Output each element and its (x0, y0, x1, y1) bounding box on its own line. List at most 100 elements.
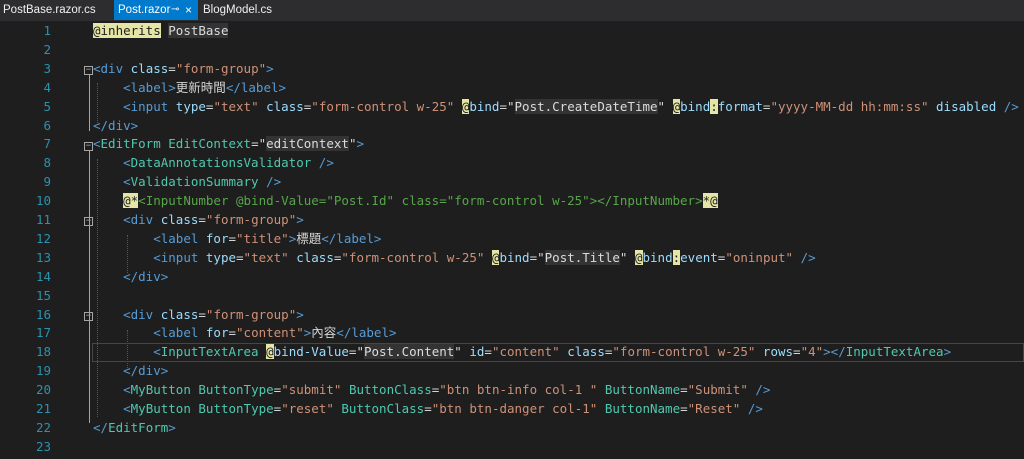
code-line[interactable]: 17 <label for="content">內容</label> (0, 324, 1024, 343)
code-token: > (168, 419, 176, 435)
code-token: class (296, 249, 334, 265)
code-token: = (793, 344, 801, 360)
line-number: 10 (35, 193, 51, 209)
code-line[interactable]: 16 <div class="form-group"> (0, 306, 1024, 325)
code-token: <input (123, 98, 169, 114)
close-icon[interactable]: × (185, 0, 192, 20)
code-token: /> (800, 249, 816, 265)
code-token: "form-group" (175, 60, 267, 76)
line-number: 23 (35, 438, 51, 454)
code-token: < (123, 382, 131, 398)
code-token: id (469, 344, 485, 360)
code-line[interactable]: 14 </div> (0, 268, 1024, 287)
code-token: bind (680, 98, 711, 114)
code-line[interactable]: 1 @inherits PostBase (0, 22, 1024, 41)
code-line[interactable]: 9 <ValidationSummary /> (0, 173, 1024, 192)
code-token: @inherits (93, 23, 161, 38)
code-line[interactable]: 12 <label for="title">標題</label> (0, 230, 1024, 249)
code-token: = (680, 401, 688, 416)
code-token: <label (153, 230, 199, 246)
code-line[interactable]: 3 <div class="form-group"> (0, 60, 1024, 79)
tab-blogmodel-cs[interactable]: BlogModel.cs (202, 0, 273, 20)
code-token: = (484, 344, 492, 360)
code-token: Post.Title (544, 249, 620, 265)
line-number: 12 (35, 230, 51, 246)
code-line[interactable]: 19 </div> (0, 362, 1024, 381)
tab-postbase-razor-cs[interactable]: PostBase.razor.cs (0, 0, 113, 20)
code-token: /> (318, 155, 334, 171)
code-text: </div> (93, 362, 168, 381)
code-line[interactable]: 6 </div> (0, 117, 1024, 136)
code-token: @ (266, 344, 274, 360)
code-token: </label> (225, 79, 287, 95)
code-token: "yyyy-MM-dd hh:mm:ss" (770, 98, 929, 114)
line-number: 5 (43, 98, 51, 114)
code-line[interactable]: 2 (0, 41, 1024, 60)
code-editor[interactable]: − − − − 1@inherits PostBase23<div class=… (0, 21, 1024, 459)
code-token: /> (1003, 98, 1019, 114)
code-token: 標題 (296, 230, 322, 246)
code-token: "Reset" (687, 401, 741, 416)
code-line[interactable]: 5 <input type="text" class="form-control… (0, 98, 1024, 117)
code-token: EditForm (108, 419, 169, 435)
code-token: =" (529, 249, 545, 265)
pin-icon[interactable]: ⊸ (171, 0, 179, 20)
code-line[interactable]: 20 <MyButton ButtonType = "submit" ButtonC… (0, 381, 1024, 400)
code-token: "form-control w-25" (311, 98, 455, 114)
code-line[interactable]: 13 <input type="text" class="form-contro… (0, 249, 1024, 268)
code-line[interactable]: 23 (0, 438, 1024, 457)
code-token: "btn btn-info col-1 " (439, 382, 598, 398)
code-line[interactable]: 21 <MyButton ButtonType = "reset" ButtonCl… (0, 400, 1024, 419)
code-line[interactable]: 8 <DataAnnotationsValidator /> (0, 154, 1024, 173)
code-token: for (205, 325, 229, 341)
code-line[interactable]: 22 </EditForm> (0, 419, 1024, 438)
code-token: = (228, 325, 237, 341)
code-token: </label> (336, 325, 397, 341)
code-token: class (160, 212, 199, 227)
tab-label: Post.razor (118, 4, 171, 16)
code-token: InputTextArea (845, 344, 944, 360)
code-token: bind (499, 249, 530, 265)
code-token: "Submit" (687, 382, 748, 398)
code-text: <InputTextArea @bind-Value="Post.Content… (93, 343, 951, 362)
code-text: <EditForm EditContext="editContext"> (93, 135, 364, 154)
code-token: ValidationSummary (130, 174, 259, 190)
code-line[interactable]: 15 (0, 287, 1024, 306)
code-token: ButtonName (604, 401, 681, 416)
code-token: format (717, 98, 763, 114)
line-number: 15 (35, 287, 51, 303)
code-line[interactable]: 10 @*<InputNumber @bind-Value="Post.Id" … (0, 192, 1024, 211)
line-number: 19 (35, 363, 51, 379)
code-line[interactable]: 18 <InputTextArea @bind-Value="Post.Cont… (0, 343, 1024, 363)
code-text: </div> (93, 268, 168, 287)
code-token: "form-control w-25" (612, 344, 756, 360)
code-token: rows (762, 344, 794, 360)
code-line[interactable]: 11 <div class="form-group"> (0, 211, 1024, 230)
code-token: =" (348, 344, 364, 360)
code-text: <div class="form-group"> (93, 211, 304, 230)
tab-post-razor[interactable]: Post.razor ⊸ × (114, 0, 198, 20)
code-token: = (168, 60, 176, 76)
line-number: 21 (35, 401, 51, 416)
line-number: 9 (43, 174, 51, 190)
line-number: 3 (43, 60, 51, 76)
code-token: = (236, 249, 244, 265)
code-token: "submit" (281, 382, 342, 398)
line-number: 6 (43, 117, 51, 133)
code-line[interactable]: 7 <EditForm EditContext="editContext"> (0, 135, 1024, 154)
code-token: bind (469, 98, 500, 114)
code-line[interactable]: 4 <label>更新時間</label> (0, 79, 1024, 98)
code-token: InputTextArea (160, 344, 259, 360)
